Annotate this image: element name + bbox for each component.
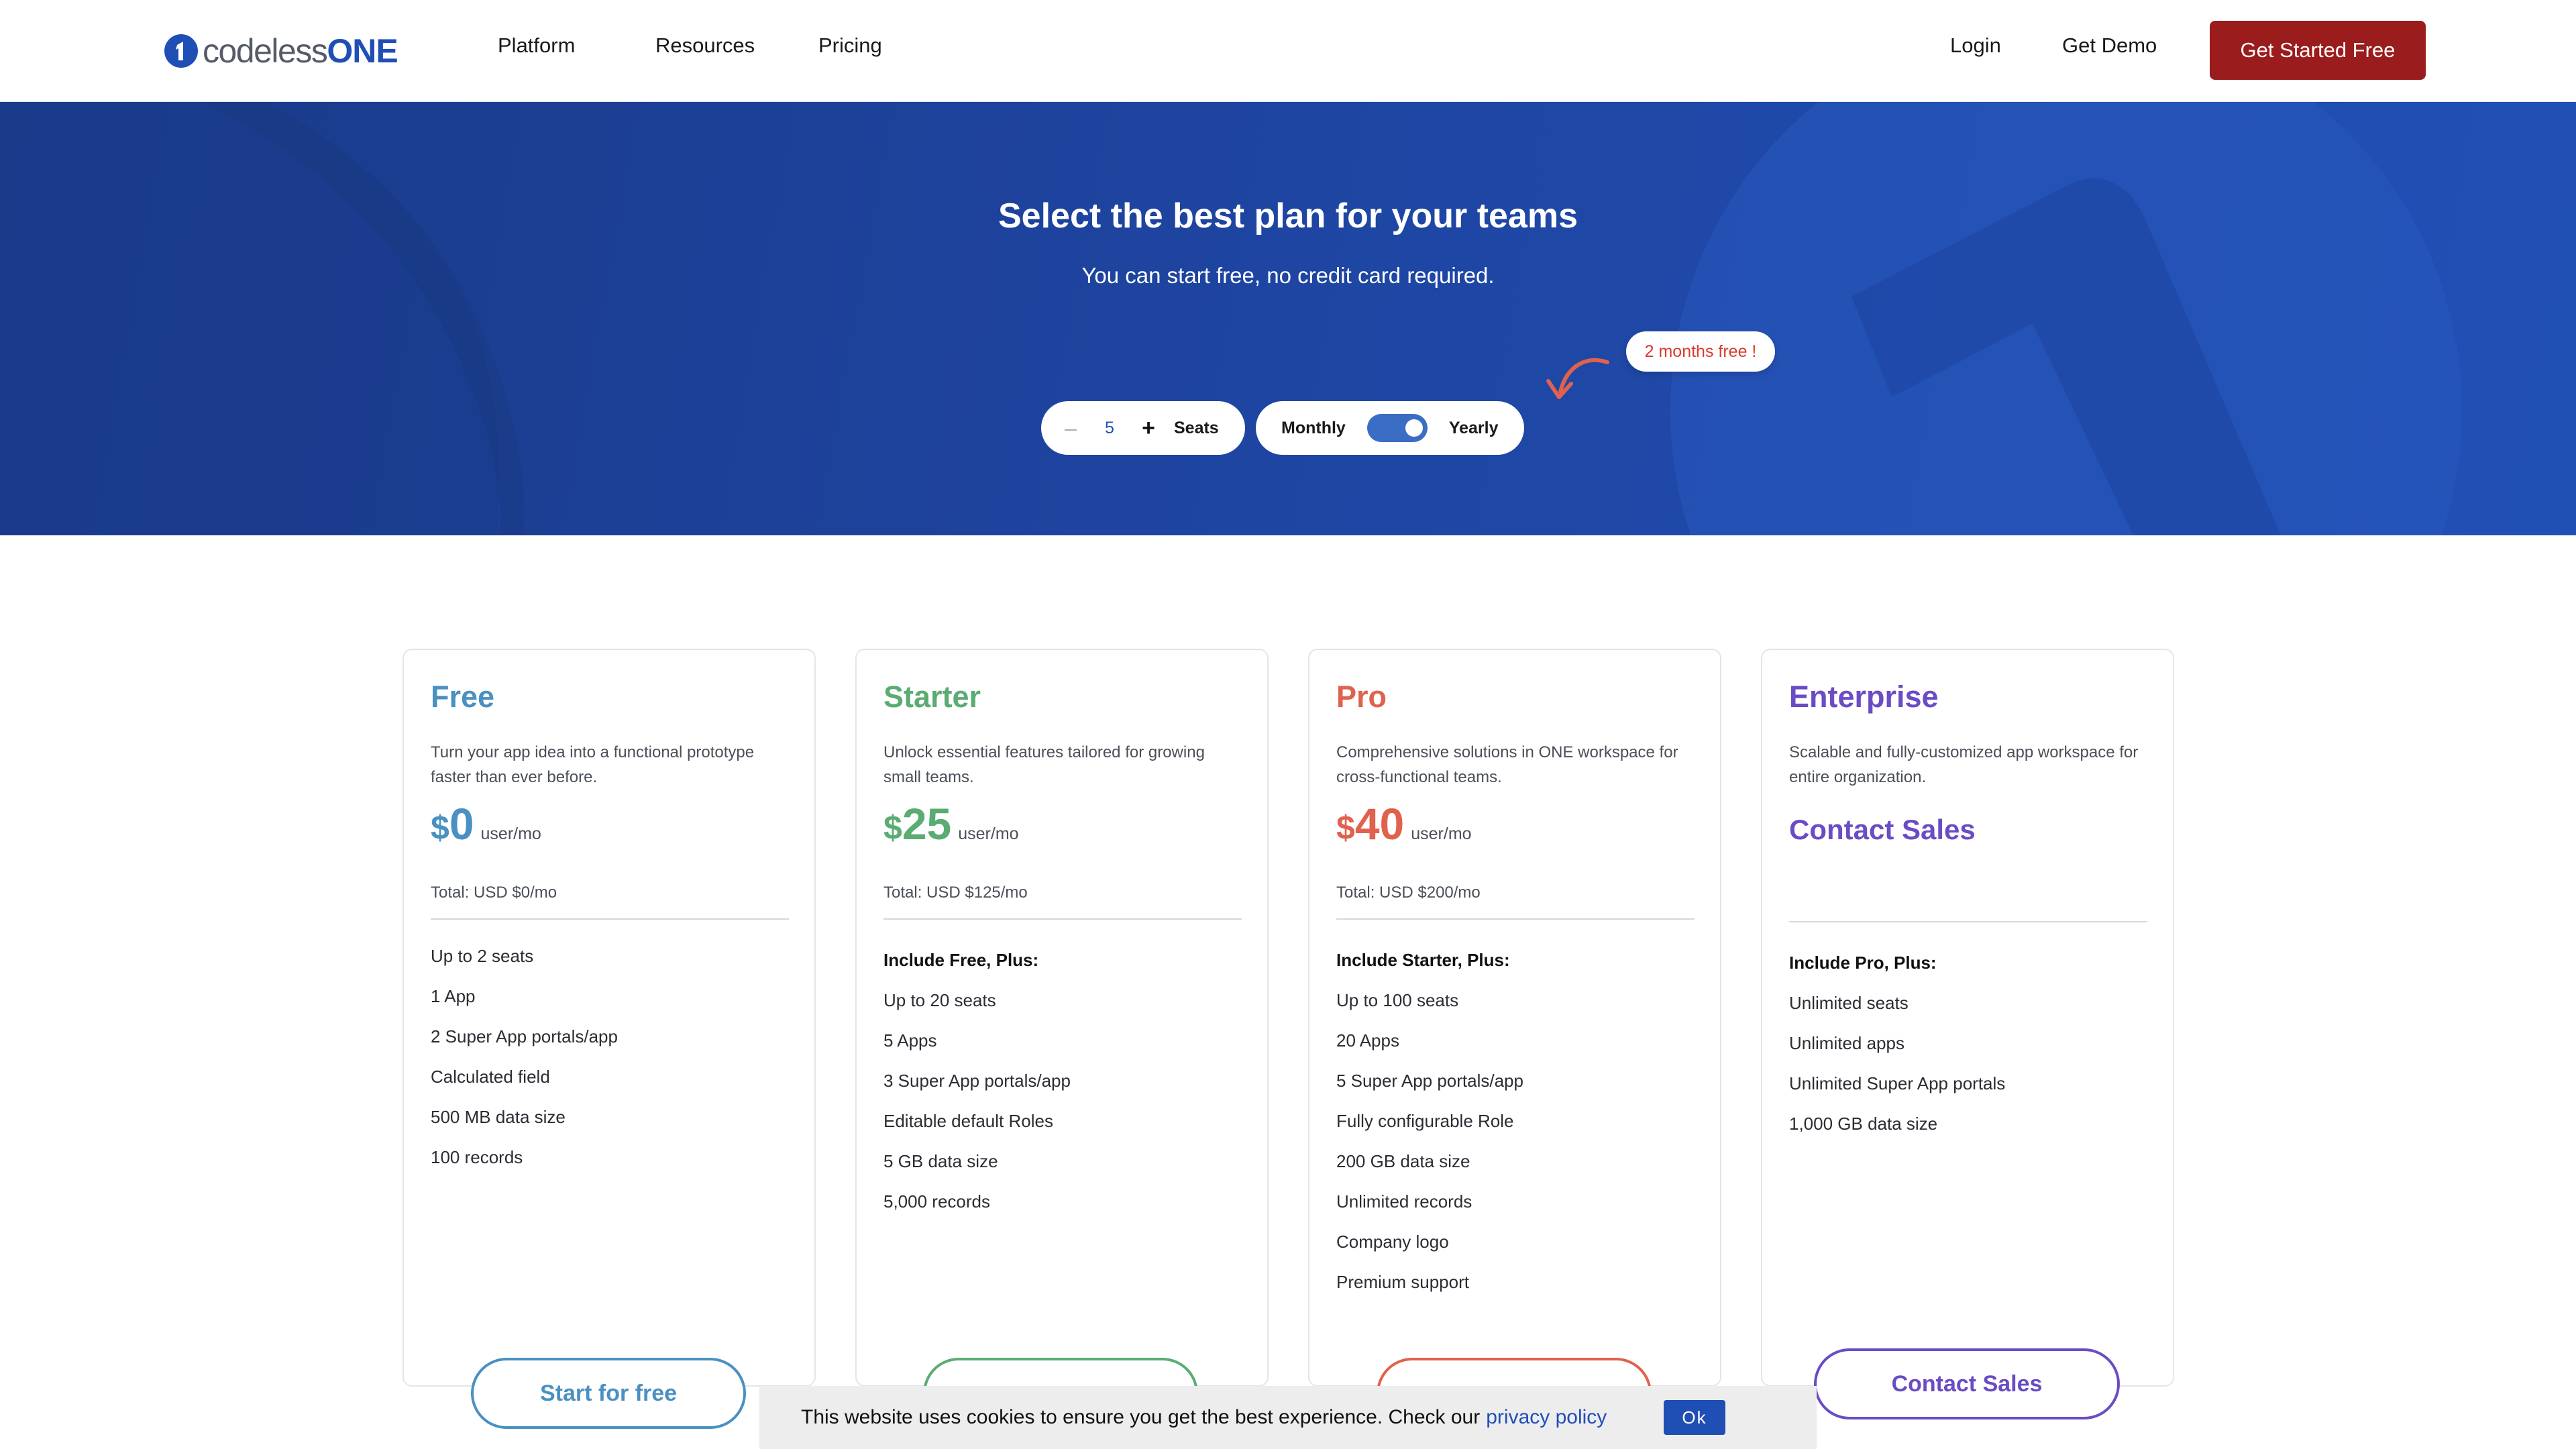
plan-contact-sales: Contact Sales <box>1789 814 1976 845</box>
feature-heading: Include Free, Plus: <box>883 950 1039 970</box>
seats-decrement-button[interactable]: – <box>1059 416 1083 441</box>
feature-item: Up to 100 seats <box>1336 990 1459 1010</box>
feature-item: 200 GB data size <box>1336 1151 1470 1171</box>
feature-item: 5 Super App portals/app <box>1336 1071 1523 1091</box>
seats-value[interactable]: 5 <box>1083 419 1136 438</box>
price-amount: 25 <box>902 799 952 849</box>
plan-description: Scalable and fully-customized app worksp… <box>1789 743 2139 786</box>
login-link[interactable]: Login <box>1950 34 2001 58</box>
brand-logo[interactable]: codelessONE <box>164 31 398 71</box>
billing-monthly-label[interactable]: Monthly <box>1281 419 1346 438</box>
plan-description: Comprehensive solutions in ONE workspace… <box>1336 743 1678 786</box>
plan-description: Turn your app idea into a functional pro… <box>431 743 755 786</box>
card-divider <box>883 918 1242 920</box>
card-divider <box>1336 918 1695 920</box>
plan-name: Enterprise <box>1789 680 1939 714</box>
feature-item: 2 Super App portals/app <box>431 1026 618 1046</box>
feature-item: Unlimited records <box>1336 1191 1472 1212</box>
price-currency: $ <box>1336 809 1355 847</box>
feature-item: Calculated field <box>431 1067 550 1087</box>
start-for-free-button[interactable]: Start for free <box>471 1358 746 1429</box>
brand-name: codelessONE <box>203 32 398 70</box>
plan-name: Pro <box>1336 680 1387 714</box>
price-unit: user/mo <box>1411 824 1472 843</box>
plan-price: $ 0 user/mo <box>431 802 541 847</box>
price-currency: $ <box>883 809 902 847</box>
price-currency: $ <box>431 809 449 847</box>
privacy-policy-link[interactable]: privacy policy <box>1486 1406 1607 1429</box>
card-divider <box>431 918 789 920</box>
price-amount: 0 <box>449 799 474 849</box>
price-amount: 40 <box>1354 799 1405 849</box>
toggle-knob <box>1405 419 1423 437</box>
feature-item: Up to 2 seats <box>431 946 534 966</box>
feature-item: Unlimited apps <box>1789 1033 1904 1053</box>
feature-item: 5 Apps <box>883 1030 937 1051</box>
feature-item: Fully configurable Role <box>1336 1111 1514 1131</box>
plan-total: Total: USD $0/mo <box>431 883 557 902</box>
feature-list: Include Starter, Plus: Up to 100 seats 2… <box>1336 940 1523 1302</box>
billing-yearly-label[interactable]: Yearly <box>1449 419 1499 438</box>
curved-arrow-icon <box>1546 358 1609 399</box>
billing-toggle[interactable] <box>1366 414 1428 442</box>
feature-item: Unlimited Super App portals <box>1789 1073 2006 1093</box>
nav-platform[interactable]: Platform <box>498 34 575 58</box>
hero-background-shapes <box>0 102 2462 535</box>
billing-period-switch: Monthly Yearly <box>1256 401 1524 455</box>
nav-pricing[interactable]: Pricing <box>818 34 882 58</box>
codelessone-logo-icon <box>164 34 198 68</box>
plan-name: Starter <box>883 680 981 714</box>
feature-item: Company logo <box>1336 1232 1449 1252</box>
seats-label: Seats <box>1174 418 1219 437</box>
get-started-free-button[interactable]: Get Started Free <box>2210 21 2426 80</box>
feature-item: 20 Apps <box>1336 1030 1399 1051</box>
plan-card-enterprise: Enterprise Scalable and fully-customized… <box>1761 649 2174 1387</box>
plan-price: $ 40 user/mo <box>1336 802 1472 847</box>
feature-item: 1,000 GB data size <box>1789 1114 1938 1134</box>
price-unit: user/mo <box>480 824 541 843</box>
feature-heading: Include Pro, Plus: <box>1789 953 1937 973</box>
card-divider <box>1789 921 2147 922</box>
cookie-ok-button[interactable]: Ok <box>1664 1400 1725 1435</box>
feature-item: Up to 20 seats <box>883 990 996 1010</box>
feature-item: 500 MB data size <box>431 1107 566 1127</box>
feature-item: Unlimited seats <box>1789 993 1909 1013</box>
feature-list: Up to 2 seats 1 App 2 Super App portals/… <box>431 936 618 1177</box>
hero-subtitle: You can start free, no credit card requi… <box>1081 263 1495 288</box>
nav-resources[interactable]: Resources <box>655 34 755 58</box>
promo-badge: 2 months free ! <box>1626 331 1775 372</box>
feature-item: 1 App <box>431 986 476 1006</box>
feature-item: 5,000 records <box>883 1191 990 1212</box>
plan-card-starter: Starter Unlock essential features tailor… <box>855 649 1269 1387</box>
feature-list: Include Pro, Plus: Unlimited seats Unlim… <box>1789 943 2005 1144</box>
feature-heading: Include Starter, Plus: <box>1336 950 1510 970</box>
seats-increment-button[interactable]: + <box>1136 415 1161 441</box>
plan-description: Unlock essential features tailored for g… <box>883 743 1205 786</box>
cookie-message: This website uses cookies to ensure you … <box>801 1406 1481 1428</box>
feature-item: 3 Super App portals/app <box>883 1071 1071 1091</box>
price-unit: user/mo <box>958 824 1019 843</box>
contact-sales-button[interactable]: Contact Sales <box>1814 1348 2120 1419</box>
cookie-consent-bar: This website uses cookies to ensure you … <box>759 1386 1817 1449</box>
get-demo-link[interactable]: Get Demo <box>2062 34 2157 58</box>
feature-item: 5 GB data size <box>883 1151 998 1171</box>
plan-name: Free <box>431 680 495 714</box>
pricing-hero: Select the best plan for your teams You … <box>0 102 2576 535</box>
hero-title: Select the best plan for your teams <box>998 197 1578 235</box>
feature-list: Include Free, Plus: Up to 20 seats 5 App… <box>883 940 1071 1222</box>
feature-item: Premium support <box>1336 1272 1469 1292</box>
seats-stepper: – 5 + Seats <box>1041 401 1245 455</box>
plan-total: Total: USD $125/mo <box>883 883 1028 902</box>
plan-card-pro: Pro Comprehensive solutions in ONE works… <box>1308 649 1721 1387</box>
plan-total: Total: USD $200/mo <box>1336 883 1481 902</box>
feature-item: Editable default Roles <box>883 1111 1053 1131</box>
plan-card-free: Free Turn your app idea into a functiona… <box>402 649 816 1387</box>
feature-item: 100 records <box>431 1147 523 1167</box>
site-header: codelessONE Platform Resources Pricing L… <box>0 0 2576 102</box>
plan-price: $ 25 user/mo <box>883 802 1019 847</box>
